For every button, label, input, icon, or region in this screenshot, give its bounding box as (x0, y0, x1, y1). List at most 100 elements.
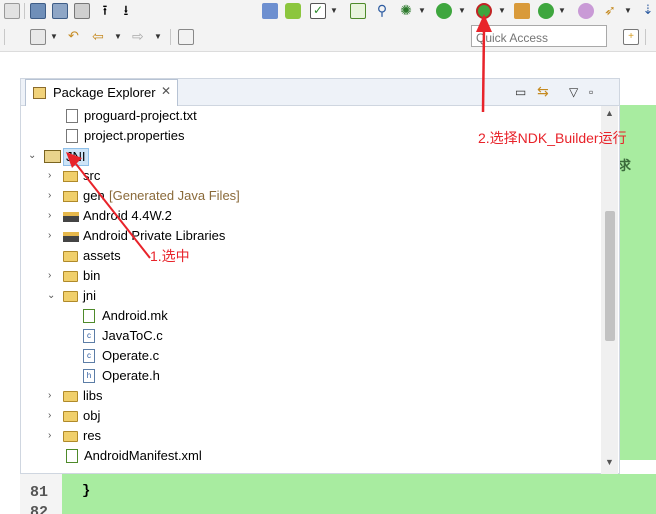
maximize-icon[interactable]: ▫ (589, 85, 593, 99)
android-sdk-icon[interactable] (285, 3, 301, 19)
chevron-right-icon[interactable]: › (48, 386, 51, 406)
chevron-right-icon[interactable]: › (48, 186, 51, 206)
tree-item[interactable]: proguard-project.txt (21, 106, 601, 126)
tree-item[interactable]: › res (21, 426, 601, 446)
left-trim (0, 52, 20, 514)
scroll-up-icon[interactable]: ▲ (605, 108, 614, 118)
chevron-down-icon[interactable]: ▼ (498, 6, 506, 15)
tree-item-label: bin (83, 268, 101, 283)
package-explorer-icon (33, 87, 46, 99)
chevron-down-icon[interactable]: ▼ (50, 32, 58, 41)
chevron-right-icon[interactable]: › (48, 206, 51, 226)
folder-icon (63, 431, 78, 442)
code-line: } (82, 483, 91, 499)
chevron-down-icon[interactable]: ▼ (154, 32, 162, 41)
tree-item-label: src (83, 168, 101, 183)
toolbar-separator (24, 3, 25, 19)
link-with-editor-icon[interactable]: ⇆ (537, 83, 549, 100)
save-icon[interactable] (30, 3, 46, 19)
chevron-down-icon[interactable]: ▼ (330, 6, 338, 15)
chevron-right-icon[interactable]: › (48, 166, 51, 186)
external-tools-icon[interactable] (476, 3, 492, 19)
export-icon[interactable]: ⭱ (97, 3, 113, 19)
chevron-down-icon[interactable]: ▼ (624, 6, 632, 15)
new-icon[interactable] (4, 3, 20, 19)
chevron-down-icon[interactable]: ▼ (558, 6, 566, 15)
package-folder-icon (63, 191, 78, 202)
open-perspective-icon[interactable]: + (623, 29, 639, 45)
last-edit-icon[interactable]: ↶ (68, 29, 84, 45)
import-icon[interactable]: ⭳ (118, 3, 134, 19)
pin-icon[interactable]: ⚲ (374, 3, 390, 19)
chevron-right-icon[interactable]: › (48, 266, 51, 286)
collapse-all-icon[interactable]: ▭ (515, 85, 526, 99)
pin-editor-icon[interactable] (178, 29, 194, 45)
toolbar-separator (645, 29, 646, 45)
tree-item[interactable]: › gen [Generated Java Files] (21, 186, 601, 206)
quick-access-input[interactable] (471, 25, 607, 47)
tree-item-label: jni (83, 288, 97, 303)
forward-icon[interactable]: ⇨ (132, 29, 148, 45)
debug-icon[interactable]: ✺ (398, 3, 414, 19)
package-folder-icon (63, 171, 78, 182)
scroll-down-icon[interactable]: ▼ (605, 457, 614, 467)
checkbox-icon[interactable]: ✓ (310, 3, 326, 19)
view-header: Package Explorer ✕ ▭ ⇆ ▽ ▫ (21, 79, 619, 106)
tab-package-explorer[interactable]: Package Explorer ✕ (25, 79, 178, 106)
new-class-icon[interactable] (538, 3, 554, 19)
tree-item-label: gen (83, 188, 105, 203)
chevron-down-icon[interactable]: ⌄ (28, 146, 36, 166)
chevron-right-icon[interactable]: › (48, 426, 51, 446)
editor-background (62, 474, 656, 514)
chevron-down-icon[interactable]: ▼ (458, 6, 466, 15)
vertical-scrollbar[interactable]: ▲ ▼ (601, 106, 618, 474)
tree-item[interactable]: › src (21, 166, 601, 186)
save-all-icon[interactable] (52, 3, 68, 19)
toggle-breadcrumb-icon[interactable] (30, 29, 46, 45)
folder-icon (63, 391, 78, 402)
chevron-down-icon[interactable]: ⌄ (47, 286, 55, 306)
android-lint-icon[interactable] (350, 3, 366, 19)
back-icon[interactable]: ⇦ (92, 29, 108, 45)
next-annotation-icon[interactable]: ⇣ (640, 3, 656, 19)
tree-item[interactable]: Android.mk (21, 306, 601, 326)
tree-item[interactable]: c JavaToC.c (21, 326, 601, 346)
scrollbar-thumb[interactable] (605, 211, 615, 341)
chevron-right-icon[interactable]: › (48, 406, 51, 426)
tree-item[interactable]: assets (21, 246, 601, 266)
xml-file-icon (66, 449, 78, 463)
tree-item[interactable]: › Android 4.4W.2 (21, 206, 601, 226)
tree-item[interactable]: › obj (21, 406, 601, 426)
tree-item[interactable]: › bin (21, 266, 601, 286)
download-icon[interactable] (262, 3, 278, 19)
tree-item[interactable]: › Android Private Libraries (21, 226, 601, 246)
tree-item[interactable]: c Operate.c (21, 346, 601, 366)
toolbar-separator (4, 29, 5, 45)
rocket-icon[interactable]: ➶ (602, 3, 618, 19)
tree-item-label: project.properties (84, 128, 185, 143)
view-title: Package Explorer (53, 85, 156, 100)
mk-file-icon (83, 309, 95, 323)
run-icon[interactable] (436, 3, 452, 19)
tree-item-label: JavaToC.c (102, 328, 163, 343)
project-tree: proguard-project.txt project.properties … (21, 106, 601, 474)
close-icon[interactable]: ✕ (161, 84, 171, 98)
tree-item[interactable]: h Operate.h (21, 366, 601, 386)
view-menu-icon[interactable]: ▽ (569, 85, 578, 99)
new-project-icon[interactable] (514, 3, 530, 19)
tree-item[interactable]: AndroidManifest.xml (21, 446, 601, 466)
tree-item[interactable]: › libs (21, 386, 601, 406)
chevron-right-icon[interactable]: › (48, 226, 51, 246)
library-icon (63, 232, 79, 242)
tree-item-project[interactable]: ⌄ JNI (21, 146, 601, 166)
chevron-down-icon[interactable]: ▼ (418, 6, 426, 15)
tree-item-suffix: [Generated Java Files] (109, 188, 240, 203)
tree-item-label: Android Private Libraries (83, 228, 226, 243)
tree-item[interactable]: ⌄ jni (21, 286, 601, 306)
open-type-icon[interactable] (578, 3, 594, 19)
print-icon[interactable] (74, 3, 90, 19)
file-icon (66, 109, 78, 123)
chevron-down-icon[interactable]: ▼ (114, 32, 122, 41)
tree-item-label: Android.mk (102, 308, 168, 323)
file-icon (66, 129, 78, 143)
